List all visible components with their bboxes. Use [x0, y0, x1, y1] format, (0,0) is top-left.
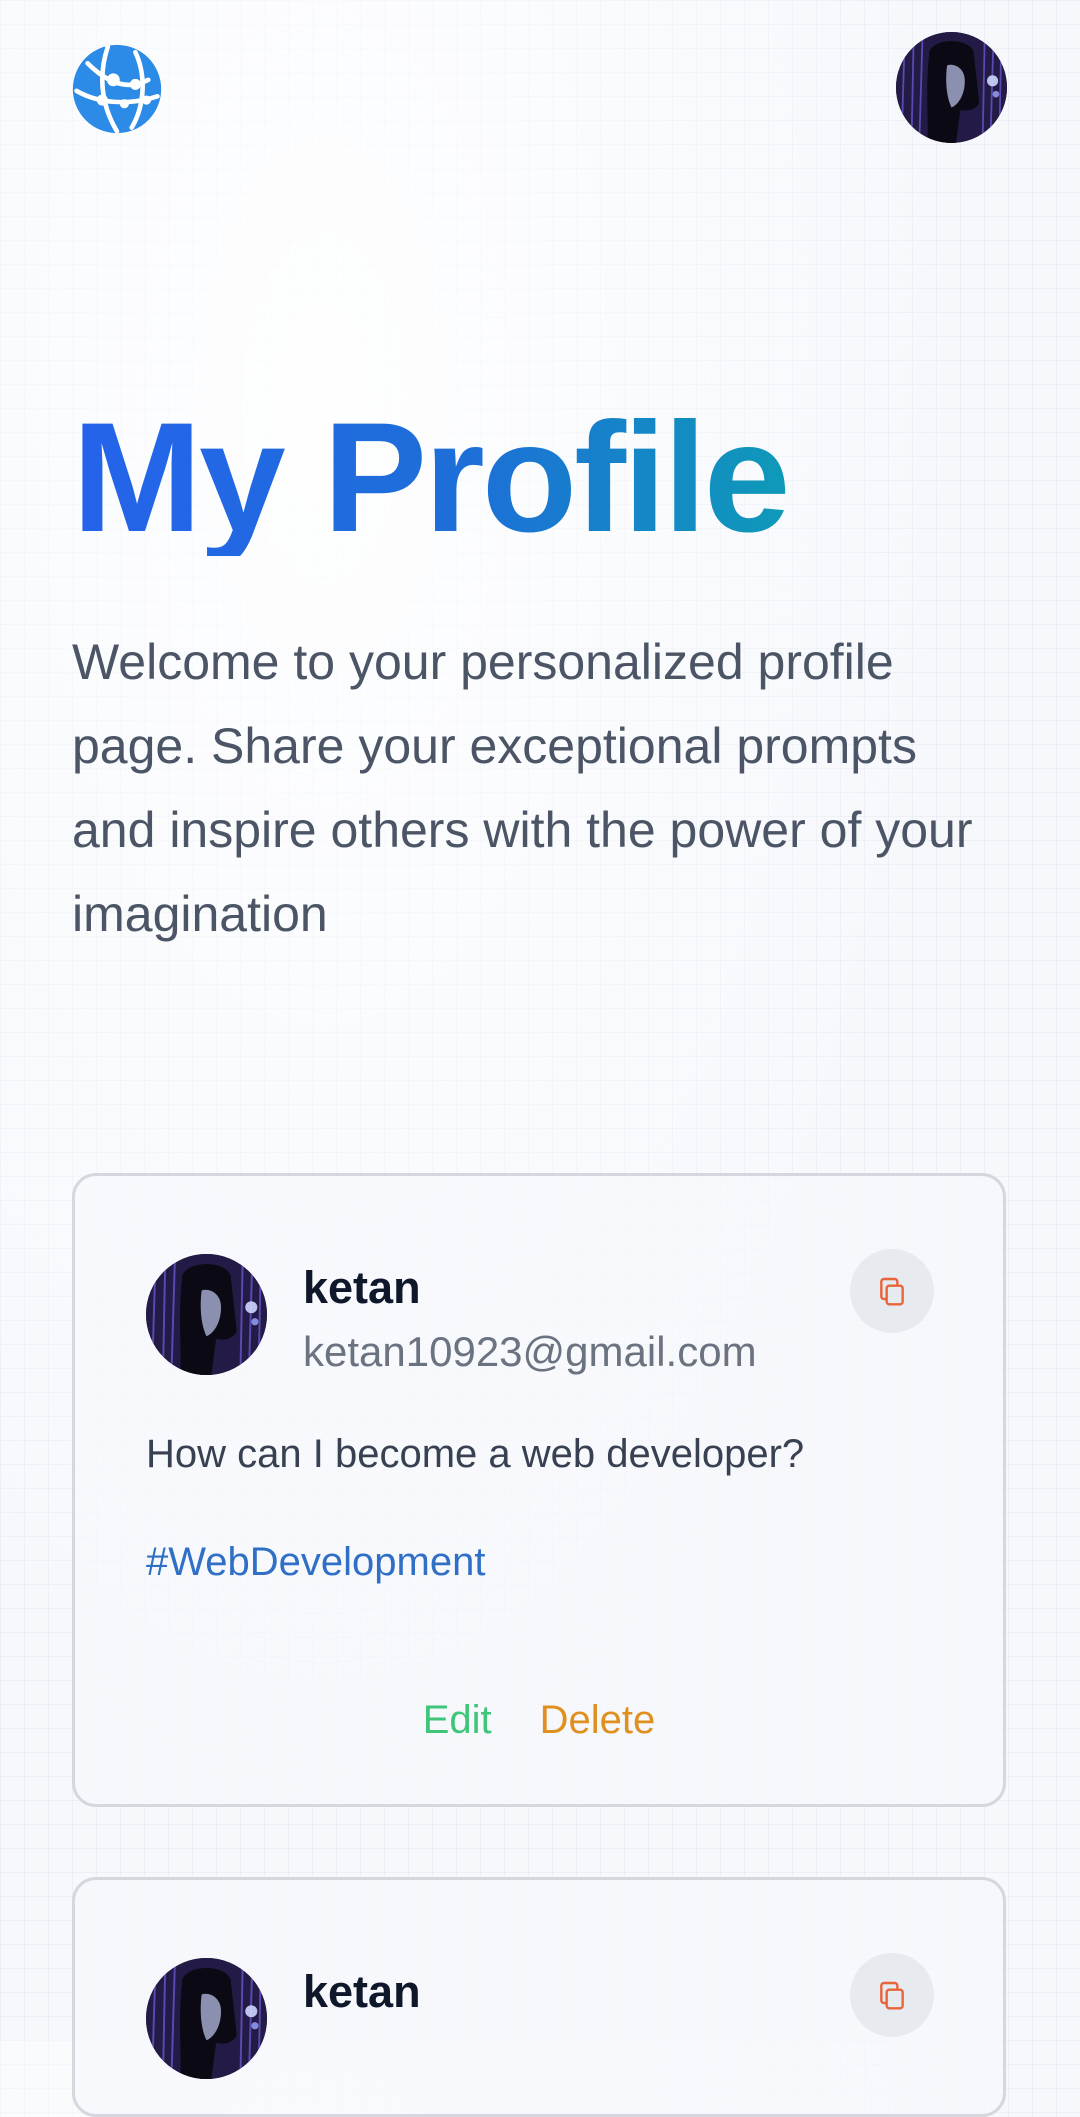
prompt-card: ketan ketan10923@gmail.com How can I bec… [72, 1173, 1006, 1807]
copy-icon [880, 1981, 904, 2010]
page-description: Welcome to your personalized profile pag… [72, 634, 973, 942]
edit-button[interactable]: Edit [423, 1698, 492, 1743]
app-logo[interactable] [71, 43, 163, 135]
prompt-tag[interactable]: #WebDevelopment [146, 1540, 485, 1585]
globe-network-icon [72, 44, 162, 134]
author-name[interactable]: ketan [303, 1262, 421, 1314]
page-title: My Profile [72, 391, 790, 565]
author-avatar-image [146, 1254, 267, 1375]
card-actions: Edit Delete [75, 1698, 1003, 1743]
prompt-text: How can I become a web developer? [146, 1432, 805, 1476]
author-email: ketan10923@gmail.com [303, 1328, 757, 1375]
copy-prompt-button[interactable] [850, 1249, 934, 1333]
author-avatar[interactable] [146, 1958, 267, 2079]
copy-icon [880, 1277, 904, 1306]
profile-avatar-button[interactable] [896, 32, 1007, 143]
delete-button[interactable]: Delete [540, 1698, 656, 1743]
user-avatar [896, 32, 1007, 143]
author-avatar-image [146, 1958, 267, 2079]
copy-prompt-button[interactable] [850, 1953, 934, 2037]
prompt-card: ketan [72, 1877, 1006, 2117]
author-name[interactable]: ketan [303, 1966, 421, 2018]
author-avatar[interactable] [146, 1254, 267, 1375]
